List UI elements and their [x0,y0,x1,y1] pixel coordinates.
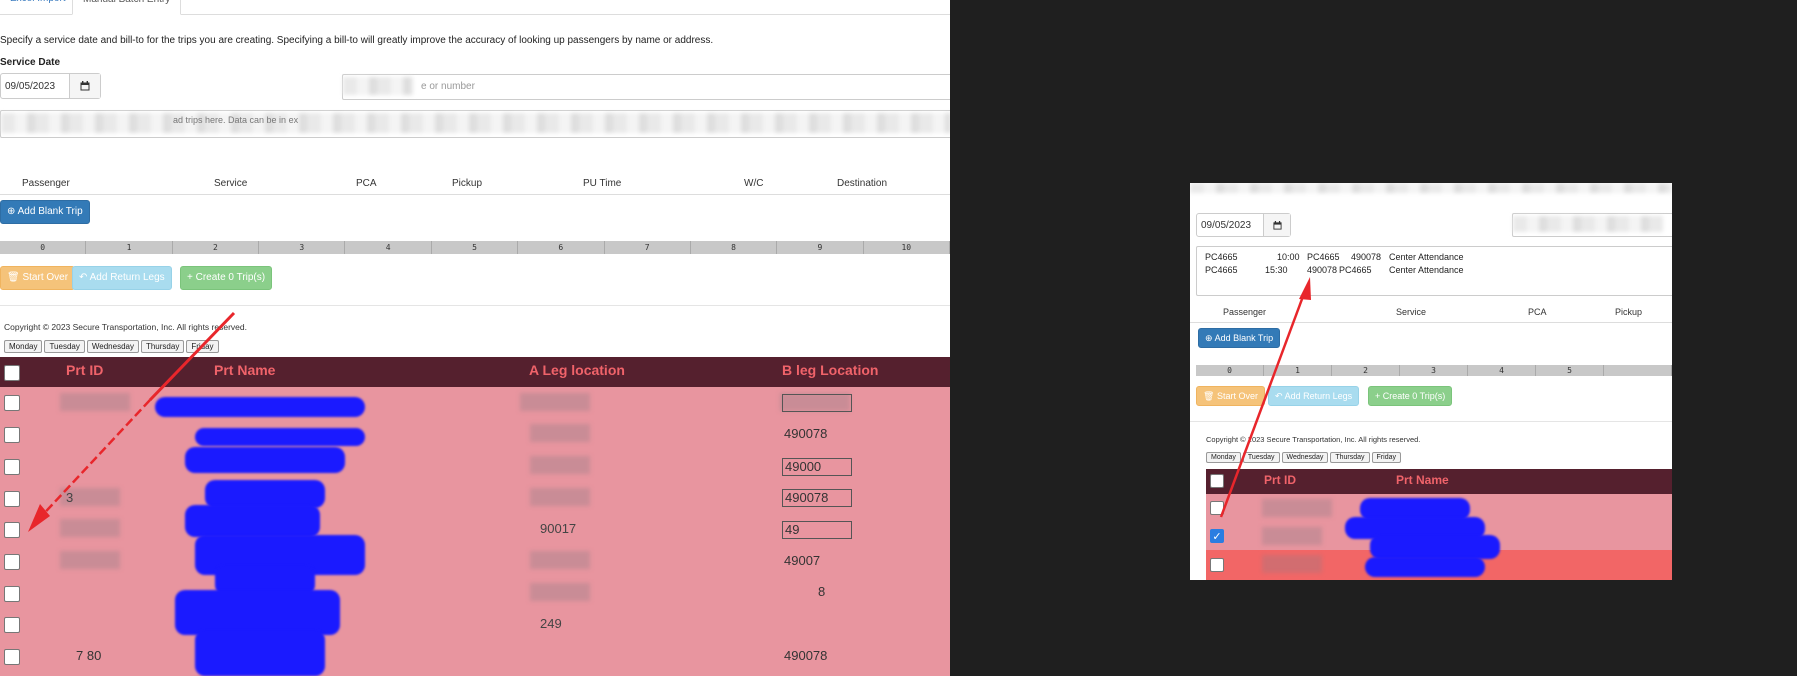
red-arrow-annotation [28,311,236,532]
right-screenshot-panel: PC4665 10:00 PC4665 490078 Center Attend… [1190,183,1672,580]
red-arrow-annotation [1219,277,1311,518]
left-screenshot-panel: Excel Import Manual Batch Entry Specify … [0,0,950,676]
